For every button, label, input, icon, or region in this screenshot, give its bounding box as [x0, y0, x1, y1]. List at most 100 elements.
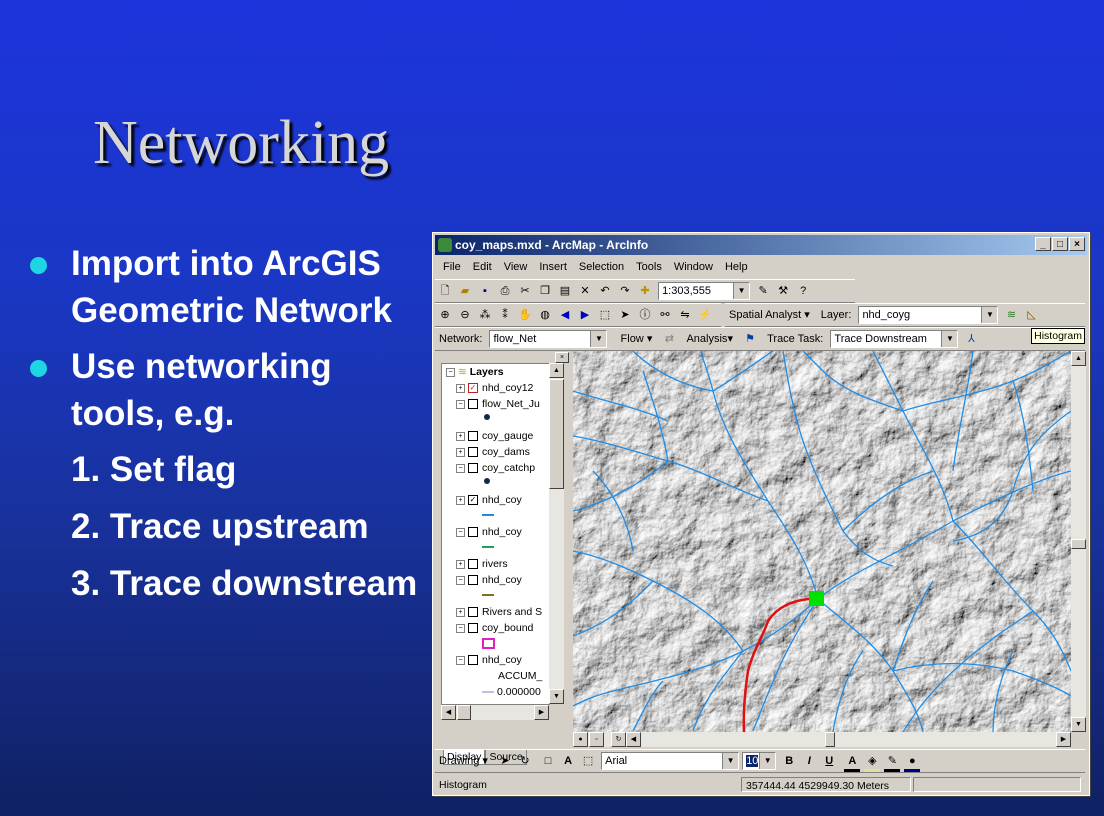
redo-icon[interactable]: ↷: [617, 283, 633, 299]
network-combobox[interactable]: flow_Net ▼: [489, 330, 608, 348]
menu-selection[interactable]: Selection: [579, 261, 624, 273]
marker-color-icon[interactable]: ●: [904, 753, 921, 772]
toc-close-icon[interactable]: ×: [555, 352, 569, 363]
pan-icon[interactable]: ✋: [517, 307, 533, 323]
checkbox-icon[interactable]: [468, 559, 478, 570]
checkbox-icon[interactable]: [468, 655, 478, 666]
spatial-analyst-menu[interactable]: Spatial Analyst ▾: [729, 304, 810, 326]
map-horizontal-scrollbar[interactable]: ● ▫ ↻ ◀ ▶: [573, 732, 1071, 747]
select-elements-icon[interactable]: ➤: [497, 753, 513, 769]
layer-combobox[interactable]: nhd_coyg ▼: [858, 306, 999, 324]
map-display[interactable]: [573, 351, 1071, 732]
expand-icon[interactable]: +: [456, 383, 465, 393]
menu-view[interactable]: View: [504, 261, 528, 273]
italic-button[interactable]: I: [801, 753, 817, 769]
collapse-icon[interactable]: −: [456, 575, 465, 585]
toc-layer[interactable]: + coy_gauge: [456, 430, 533, 442]
arctoolbox-icon[interactable]: ⚒: [775, 283, 791, 299]
full-extent-icon[interactable]: ◍: [537, 307, 553, 323]
menu-help[interactable]: Help: [725, 261, 748, 273]
editor-icon[interactable]: ✎: [755, 283, 771, 299]
toc-layer[interactable]: + ✓ nhd_coy: [456, 494, 522, 506]
histogram-icon[interactable]: ◺: [1024, 307, 1040, 323]
scroll-down-icon[interactable]: ▼: [1071, 717, 1086, 732]
trace-task-combobox[interactable]: Trace Downstream ▼: [830, 330, 959, 348]
close-button[interactable]: ×: [1069, 237, 1085, 251]
text-tool-icon[interactable]: A: [560, 753, 576, 769]
edit-vertices-icon[interactable]: ⬚: [580, 753, 596, 769]
toc-vertical-scrollbar[interactable]: ▲ ▼: [549, 363, 564, 704]
line-color-icon[interactable]: ✎: [884, 753, 901, 772]
back-extent-icon[interactable]: ◀: [557, 307, 573, 323]
scroll-left-icon[interactable]: ◀: [441, 705, 456, 720]
scroll-thumb[interactable]: [457, 705, 471, 720]
measure-icon[interactable]: ⇋: [677, 307, 693, 323]
checkbox-icon[interactable]: ✓: [468, 383, 478, 394]
find-icon[interactable]: ⚯: [657, 307, 673, 323]
toc-layer[interactable]: + ✓ nhd_coy12: [456, 382, 533, 394]
delete-icon[interactable]: ✕: [577, 283, 593, 299]
fixed-zoom-in-icon[interactable]: ⁂: [477, 307, 493, 323]
refresh-icon[interactable]: ↻: [611, 732, 626, 747]
print-icon[interactable]: ⎙: [497, 283, 513, 299]
toc-layer[interactable]: − nhd_coy: [456, 574, 522, 586]
copy-icon[interactable]: ❐: [537, 283, 553, 299]
toc-layers-root[interactable]: − ≋ Layers: [446, 366, 504, 378]
fill-color-icon[interactable]: ◈: [864, 753, 881, 772]
forward-extent-icon[interactable]: ▶: [577, 307, 593, 323]
expand-icon[interactable]: +: [456, 559, 465, 569]
menu-tools[interactable]: Tools: [636, 261, 662, 273]
save-icon[interactable]: ▪: [477, 283, 493, 299]
toc-layer[interactable]: − nhd_coy: [456, 526, 522, 538]
collapse-icon[interactable]: −: [446, 367, 455, 377]
font-size-combobox[interactable]: 10 ▼: [742, 752, 777, 770]
scroll-thumb[interactable]: [825, 732, 835, 747]
solve-icon[interactable]: ⅄: [963, 331, 979, 347]
scroll-right-icon[interactable]: ▶: [534, 705, 549, 720]
data-view-icon[interactable]: ▫: [589, 732, 604, 747]
toc-layer[interactable]: + coy_dams: [456, 446, 530, 458]
select-features-icon[interactable]: ⬚: [597, 307, 613, 323]
menu-window[interactable]: Window: [674, 261, 713, 273]
checkbox-icon[interactable]: ✓: [468, 495, 478, 506]
scroll-up-icon[interactable]: ▲: [549, 363, 564, 378]
bold-button[interactable]: B: [781, 753, 797, 769]
underline-button[interactable]: U: [821, 753, 837, 769]
paste-icon[interactable]: ▤: [557, 283, 573, 299]
font-combobox[interactable]: Arial ▼: [601, 752, 740, 770]
new-icon[interactable]: 🗋: [437, 283, 453, 299]
toc-layer[interactable]: − nhd_coy: [456, 654, 522, 666]
minimize-button[interactable]: _: [1035, 237, 1051, 251]
maximize-button[interactable]: □: [1052, 237, 1068, 251]
toc-horizontal-scrollbar[interactable]: ◀ ▶: [441, 705, 549, 720]
checkbox-icon[interactable]: [468, 431, 478, 442]
drawing-menu[interactable]: Drawing ▾: [439, 750, 488, 772]
checkbox-icon[interactable]: [468, 399, 478, 410]
expand-icon[interactable]: +: [456, 607, 465, 617]
rotate-icon[interactable]: ↻: [517, 753, 533, 769]
window-titlebar[interactable]: coy_maps.mxd - ArcMap - ArcInfo _ □ ×: [435, 235, 1087, 255]
scroll-right-icon[interactable]: ▶: [1056, 732, 1071, 747]
junction-flag-icon[interactable]: [809, 591, 824, 606]
checkbox-icon[interactable]: [468, 575, 478, 586]
undo-icon[interactable]: ↶: [597, 283, 613, 299]
collapse-icon[interactable]: −: [456, 399, 465, 409]
toc-layer[interactable]: + rivers: [456, 558, 508, 570]
contour-icon[interactable]: ≋: [1004, 307, 1020, 323]
menu-file[interactable]: File: [443, 261, 461, 273]
zoom-in-icon[interactable]: ⊕: [437, 307, 453, 323]
identify-icon[interactable]: ⓘ: [637, 307, 653, 323]
scroll-left-icon[interactable]: ◀: [626, 732, 641, 747]
whats-this-icon[interactable]: ?: [795, 283, 811, 299]
collapse-icon[interactable]: −: [456, 655, 465, 665]
analysis-menu[interactable]: Analysis▾: [686, 328, 733, 350]
map-canvas[interactable]: [573, 351, 1071, 732]
checkbox-icon[interactable]: [468, 463, 478, 474]
select-elements-icon[interactable]: ➤: [617, 307, 633, 323]
scale-combobox[interactable]: 1:303,555 ▼: [658, 282, 751, 300]
add-data-icon[interactable]: ✚: [637, 283, 653, 299]
collapse-icon[interactable]: −: [456, 463, 465, 473]
toc-layer[interactable]: − coy_bound: [456, 622, 533, 634]
checkbox-icon[interactable]: [468, 623, 478, 634]
scroll-up-icon[interactable]: ▲: [1071, 351, 1086, 366]
